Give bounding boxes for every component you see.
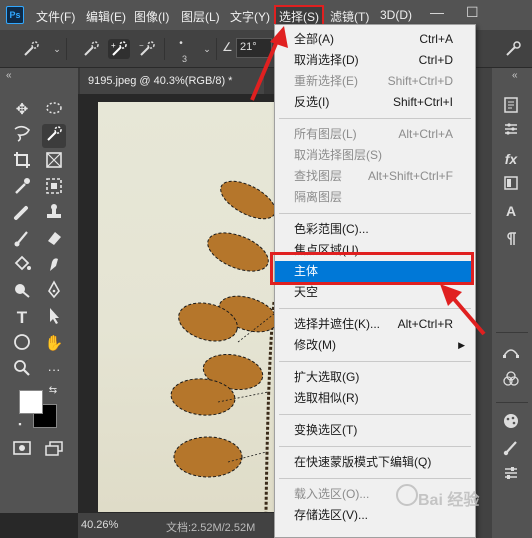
foreground-color-swatch[interactable] — [19, 390, 43, 414]
watermark-text: Bai 经验 — [418, 492, 480, 509]
annotation-arrows — [250, 26, 486, 336]
annotation-arrowhead-top — [270, 26, 288, 48]
baidu-logo-icon — [396, 484, 418, 506]
